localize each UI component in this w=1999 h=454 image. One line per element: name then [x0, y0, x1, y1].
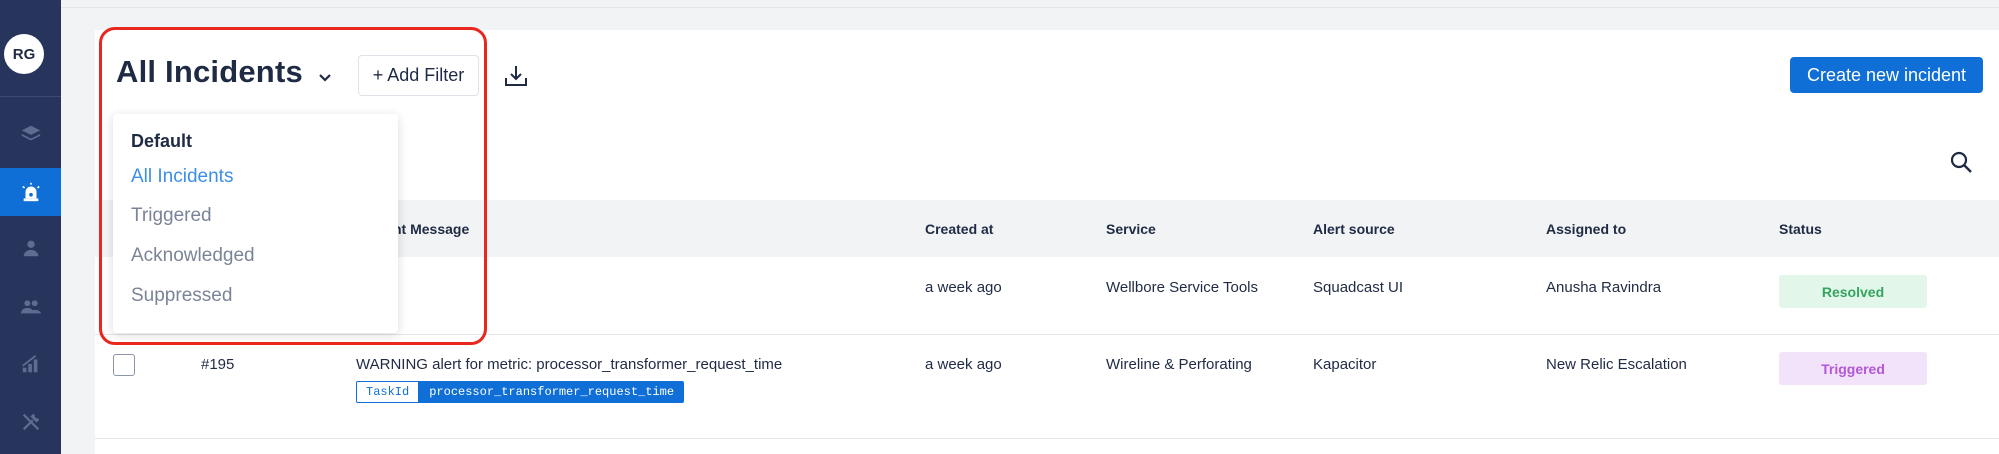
row-created-at: a week ago: [925, 279, 1002, 296]
column-header-assigned-to[interactable]: Assigned to: [1546, 221, 1626, 237]
sidebar: RG: [0, 0, 61, 454]
sidebar-item-teams[interactable]: [0, 282, 61, 330]
row-alert-source: Kapacitor: [1313, 356, 1377, 373]
tag-key: TaskId: [356, 381, 420, 403]
row-service[interactable]: Wellbore Service Tools: [1106, 279, 1258, 296]
user-icon: [23, 240, 38, 257]
create-incident-button[interactable]: Create new incident: [1790, 57, 1983, 93]
column-header-alert-source[interactable]: Alert source: [1313, 221, 1395, 237]
layers-icon: [21, 125, 40, 141]
column-header-status[interactable]: Status: [1779, 221, 1822, 237]
tools-icon: [22, 413, 39, 431]
tag-chip[interactable]: TaskId processor_transformer_request_tim…: [356, 381, 685, 403]
sidebar-item-analytics[interactable]: [0, 340, 61, 388]
tag-value: processor_transformer_request_time: [419, 381, 685, 403]
siren-icon: [21, 182, 40, 202]
search-icon[interactable]: [1949, 150, 1973, 174]
row-checkbox[interactable]: [113, 354, 135, 376]
sidebar-divider: [0, 96, 61, 97]
users-icon: [20, 300, 41, 314]
row-incident-id[interactable]: #195: [201, 356, 234, 373]
column-header-service[interactable]: Service: [1106, 221, 1156, 237]
row-divider: [95, 438, 1999, 439]
row-message[interactable]: WARNING alert for metric: processor_tran…: [356, 356, 782, 373]
sidebar-item-incidents[interactable]: [0, 168, 61, 216]
column-header-created-at[interactable]: Created at: [925, 221, 993, 237]
status-badge: Resolved: [1779, 275, 1927, 308]
row-assigned-to[interactable]: New Relic Escalation: [1546, 356, 1687, 373]
row-assigned-to[interactable]: Anusha Ravindra: [1546, 279, 1661, 296]
avatar[interactable]: RG: [4, 34, 44, 74]
row-alert-source: Squadcast UI: [1313, 279, 1404, 296]
bar-chart-icon: [21, 355, 37, 373]
status-badge: Triggered: [1779, 352, 1927, 385]
sidebar-item-user[interactable]: [0, 224, 61, 272]
row-service[interactable]: Wireline & Perforating: [1106, 356, 1252, 373]
sidebar-item-settings[interactable]: [0, 398, 61, 446]
highlight-box: [99, 27, 487, 345]
download-icon[interactable]: [503, 63, 529, 89]
sidebar-item-layers[interactable]: [0, 110, 61, 158]
row-created-at: a week ago: [925, 356, 1002, 373]
top-strip: [61, 0, 1999, 8]
